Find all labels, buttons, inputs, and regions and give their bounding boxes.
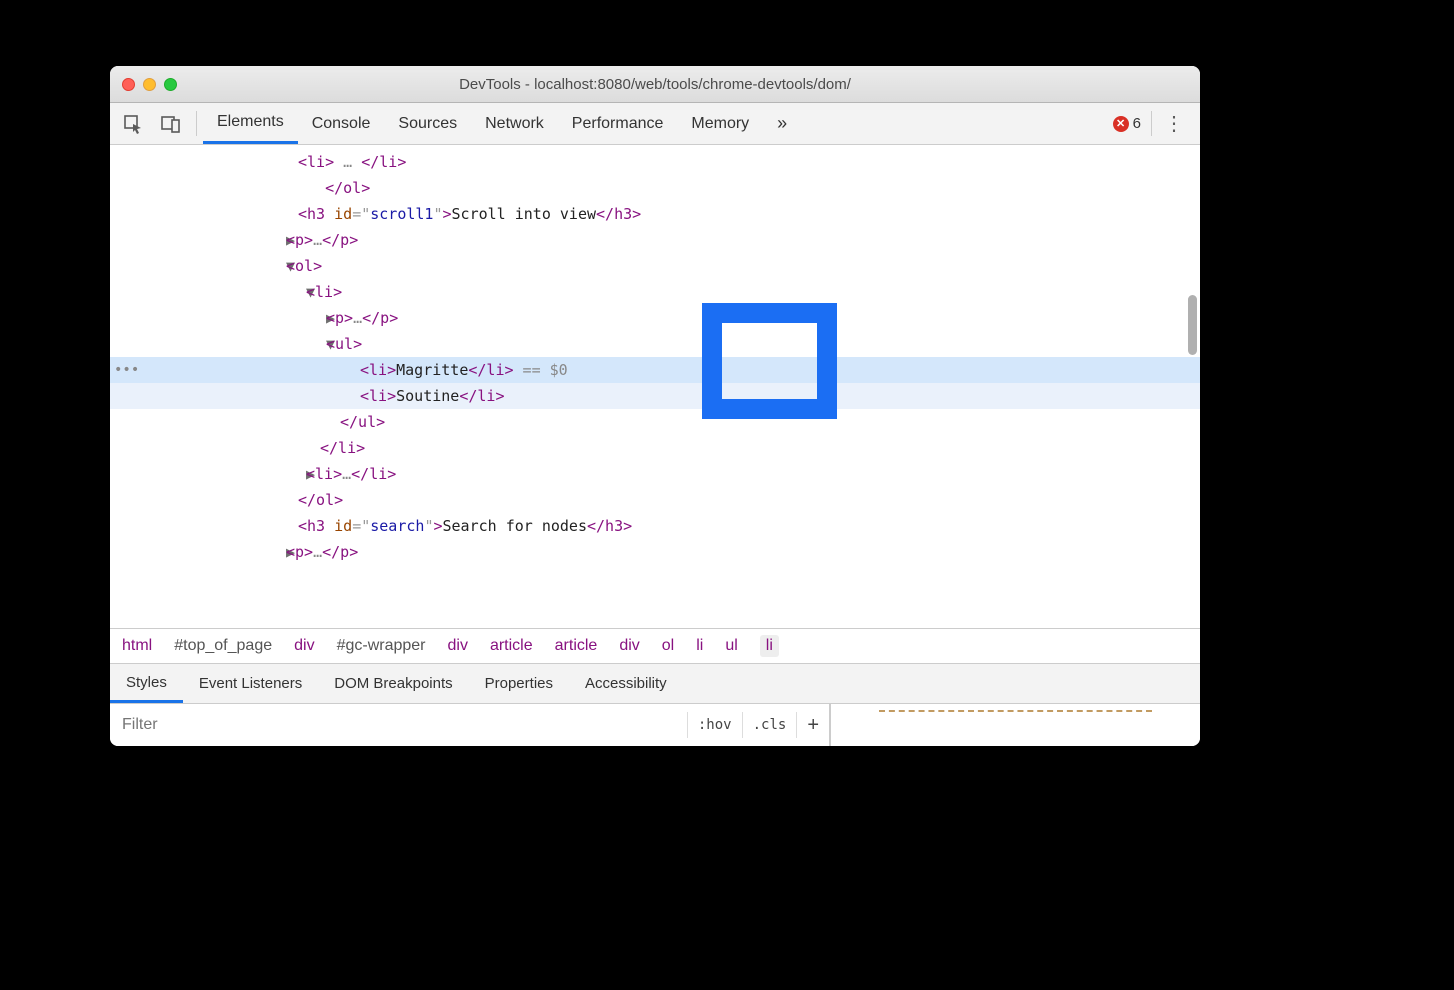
crumb[interactable]: html	[122, 637, 152, 655]
dom-row[interactable]: </ol>	[110, 175, 1200, 201]
dom-row[interactable]: <li>Soutine</li>	[110, 383, 1200, 409]
crumb[interactable]: ol	[662, 637, 674, 655]
tab-more-icon[interactable]: »	[763, 103, 801, 144]
tab-memory[interactable]: Memory	[677, 103, 763, 144]
dom-row[interactable]: ▶<li>…</li>	[110, 461, 1200, 487]
crumb[interactable]: div	[294, 637, 314, 655]
dom-tree[interactable]: <li> … </li> </ol> <h3 id="scroll1">Scro…	[110, 145, 1200, 628]
close-window-button[interactable]	[122, 78, 135, 91]
selected-dots-icon: •••	[110, 357, 139, 383]
box-model-panel	[830, 704, 1200, 746]
dom-row[interactable]: </li>	[110, 435, 1200, 461]
traffic-lights	[122, 78, 177, 91]
scrollbar-thumb[interactable]	[1188, 295, 1197, 355]
styles-filter-input[interactable]	[110, 716, 687, 734]
titlebar: DevTools - localhost:8080/web/tools/chro…	[110, 66, 1200, 103]
tab-network[interactable]: Network	[471, 103, 558, 144]
dom-row-selected[interactable]: •••<li>Magritte</li> == $0	[110, 357, 1200, 383]
panel-body: <li> … </li> </ol> <h3 id="scroll1">Scro…	[110, 145, 1200, 746]
dom-row[interactable]: <h3 id="scroll1">Scroll into view</h3>	[110, 201, 1200, 227]
subtab-styles[interactable]: Styles	[110, 664, 183, 703]
dom-row[interactable]: ▶<p>…</p>	[110, 227, 1200, 253]
crumb-current[interactable]: li	[760, 635, 779, 657]
crumb[interactable]: #top_of_page	[174, 637, 272, 655]
crumb[interactable]: ul	[725, 637, 737, 655]
subtab-properties[interactable]: Properties	[469, 664, 569, 703]
crumb[interactable]: #gc-wrapper	[337, 637, 426, 655]
dom-row[interactable]: </ul>	[110, 409, 1200, 435]
crumb[interactable]: li	[696, 637, 703, 655]
device-toggle-icon[interactable]	[152, 114, 190, 134]
crumb[interactable]: article	[555, 637, 598, 655]
dom-row[interactable]: ▶<p>…</p>	[110, 305, 1200, 331]
devtools-toolbar: Elements Console Sources Network Perform…	[110, 103, 1200, 145]
minimize-window-button[interactable]	[143, 78, 156, 91]
inspect-element-icon[interactable]	[114, 114, 152, 134]
toggle-hover-button[interactable]: :hov	[687, 712, 742, 737]
new-style-rule-button[interactable]: +	[796, 712, 829, 737]
panel-tabs: Elements Console Sources Network Perform…	[203, 103, 801, 144]
subtab-accessibility[interactable]: Accessibility	[569, 664, 683, 703]
dom-row[interactable]: </ol>	[110, 487, 1200, 513]
tab-sources[interactable]: Sources	[384, 103, 471, 144]
subtab-dom-breakpoints[interactable]: DOM Breakpoints	[318, 664, 468, 703]
tab-elements[interactable]: Elements	[203, 103, 298, 144]
dom-row[interactable]: <li> … </li>	[110, 149, 1200, 175]
sidebar-tabs: Styles Event Listeners DOM Breakpoints P…	[110, 664, 1200, 704]
breadcrumbs: html #top_of_page div #gc-wrapper div ar…	[110, 628, 1200, 664]
dom-row[interactable]: ▼<ol>	[110, 253, 1200, 279]
toggle-classes-button[interactable]: .cls	[742, 712, 797, 737]
zoom-window-button[interactable]	[164, 78, 177, 91]
styles-toolbar: :hov .cls +	[110, 704, 1200, 746]
dom-row[interactable]: ▶<p>…</p>	[110, 539, 1200, 565]
crumb[interactable]: div	[619, 637, 639, 655]
crumb[interactable]: article	[490, 637, 533, 655]
error-count[interactable]: ✕ 6	[1103, 111, 1152, 136]
error-badge-icon: ✕	[1113, 116, 1129, 132]
highlight-overlay-icon	[702, 303, 837, 419]
dom-row[interactable]: ▼<ul>	[110, 331, 1200, 357]
crumb[interactable]: div	[448, 637, 468, 655]
dom-row[interactable]: <h3 id="search">Search for nodes</h3>	[110, 513, 1200, 539]
error-count-value: 6	[1133, 115, 1141, 132]
window-title: DevTools - localhost:8080/web/tools/chro…	[110, 76, 1200, 93]
devtools-window: DevTools - localhost:8080/web/tools/chro…	[110, 66, 1200, 746]
tab-console[interactable]: Console	[298, 103, 385, 144]
toolbar-separator	[196, 111, 197, 136]
dom-row[interactable]: ▼<li>	[110, 279, 1200, 305]
tab-performance[interactable]: Performance	[558, 103, 678, 144]
subtab-event-listeners[interactable]: Event Listeners	[183, 664, 318, 703]
settings-menu-icon[interactable]: ⋮	[1152, 111, 1196, 136]
